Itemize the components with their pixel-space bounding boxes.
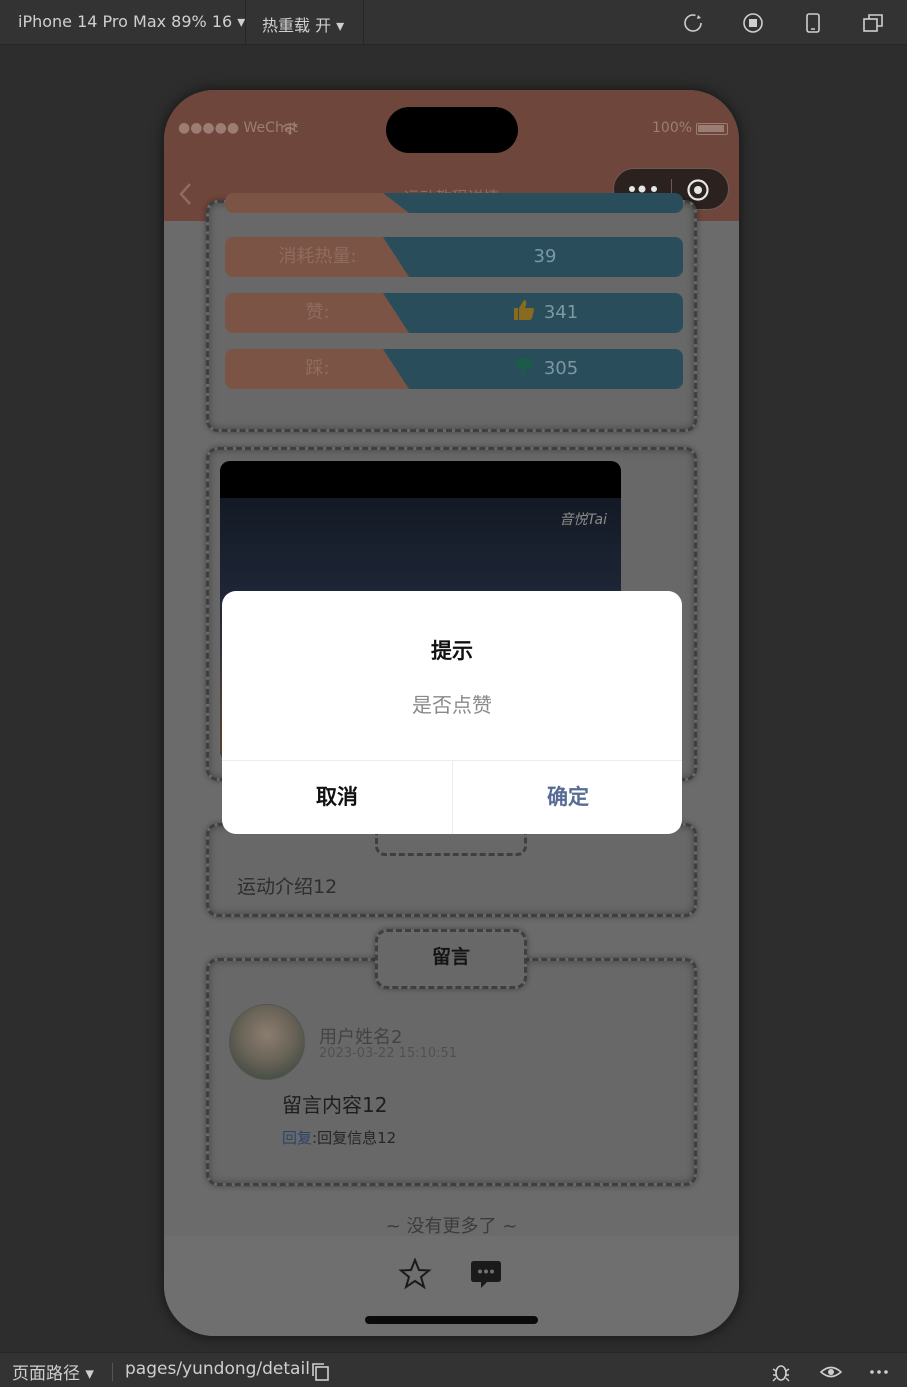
wifi-icon <box>282 123 298 135</box>
phone-simulator: ●●●●● WeChat 100% 运动教程详情 消耗热量: 39 赞: 341… <box>164 90 739 1336</box>
preview-eye-icon[interactable] <box>820 1361 842 1383</box>
hot-reload-toggle[interactable]: 热重载 开 ▾ <box>262 12 344 36</box>
comment-time: 2023-03-22 15:10:51 <box>319 1046 458 1061</box>
stop-icon[interactable] <box>742 12 764 34</box>
stat-row-partial <box>225 193 683 213</box>
video-watermark: 音悦Tai <box>559 512 607 528</box>
avatar <box>229 1004 305 1080</box>
toolbar-divider <box>245 0 246 45</box>
comment-chat-icon[interactable] <box>469 1257 503 1291</box>
stats-card: 消耗热量: 39 赞: 341 踩: 305 <box>206 193 697 432</box>
page-path-selector[interactable]: 页面路径 ▾ <box>12 1359 94 1384</box>
stat-label: 踩: <box>225 349 410 389</box>
comments-tab: 留言 <box>375 929 527 989</box>
list-end-text: ~ 没有更多了 ~ <box>385 1216 518 1237</box>
devtools-toolbar: iPhone 14 Pro Max 89% 16 ▾ 热重载 开 ▾ <box>0 0 907 45</box>
status-carrier: ●●●●● WeChat <box>178 120 298 136</box>
comment-reply: 回复:回复信息12 <box>282 1127 396 1148</box>
copy-icon[interactable] <box>310 1361 332 1383</box>
reply-text: :回复信息12 <box>312 1129 397 1147</box>
reply-label: 回复 <box>282 1129 313 1147</box>
stat-row-dislikes: 踩: 305 <box>225 349 683 389</box>
dialog-title: 提示 <box>431 639 473 663</box>
stat-row-calories: 消耗热量: 39 <box>225 237 683 277</box>
cancel-button[interactable]: 取消 <box>222 761 452 834</box>
favorite-star-icon[interactable] <box>398 1257 432 1291</box>
refresh-icon[interactable] <box>682 12 704 34</box>
thumbs-down-icon <box>514 358 533 376</box>
confirm-dialog: 提示 是否点赞 取消 确定 <box>222 591 682 834</box>
toolbar-divider <box>363 0 364 45</box>
dialog-message: 是否点赞 <box>412 693 492 717</box>
more-icon[interactable] <box>868 1361 890 1383</box>
debug-bug-icon[interactable] <box>770 1361 792 1383</box>
dynamic-island <box>386 107 518 153</box>
device-selector[interactable]: iPhone 14 Pro Max 89% 16 ▾ <box>18 12 245 31</box>
thumbs-up-icon <box>513 300 534 320</box>
stat-value: 39 <box>383 237 683 277</box>
comment-content: 留言内容12 <box>282 1093 388 1117</box>
page-path: pages/yundong/detail <box>125 1359 310 1379</box>
stat-row-likes: 赞: 341 <box>225 293 683 333</box>
battery-icon <box>696 123 728 135</box>
devtools-status-bar: 页面路径 ▾ pages/yundong/detail <box>0 1352 907 1387</box>
phone-preview-icon[interactable] <box>802 12 824 34</box>
status-battery-text: 100% <box>652 120 693 136</box>
status-divider <box>112 1363 113 1381</box>
new-window-icon[interactable] <box>862 12 884 34</box>
intro-text: 运动介绍12 <box>237 876 338 898</box>
confirm-button[interactable]: 确定 <box>453 761 682 834</box>
stat-label: 赞: <box>225 293 410 333</box>
home-indicator <box>365 1316 538 1324</box>
stat-label: 消耗热量: <box>225 237 410 277</box>
close-mini-program-icon[interactable] <box>686 178 710 202</box>
like-button[interactable]: 341 <box>383 293 683 333</box>
dislike-button[interactable]: 305 <box>383 349 683 389</box>
